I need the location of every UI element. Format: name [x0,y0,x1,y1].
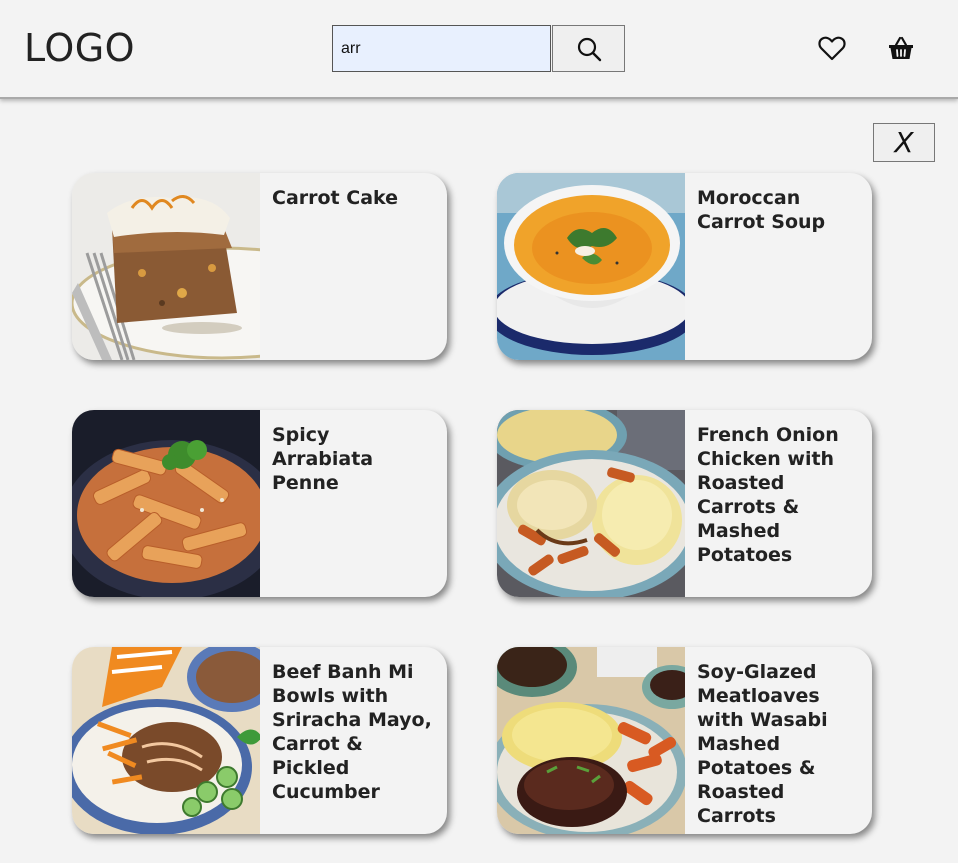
carrot-cake-photo [72,173,260,360]
search-button[interactable] [552,25,625,72]
recipe-title[interactable]: French Onion Chicken with Roasted Carrot… [697,423,862,567]
recipe-title[interactable]: Soy-Glazed Meatloaves with Wasabi Mashed… [697,660,862,828]
recipe-card[interactable]: Spicy Arrabiata Penne [72,410,447,597]
recipe-title[interactable]: Beef Banh Mi Bowls with Sriracha Mayo, C… [272,660,437,804]
recipe-title[interactable]: Carrot Cake [272,186,437,210]
recipe-card[interactable]: Moroccan Carrot Soup [497,173,872,360]
heart-icon [818,36,846,61]
chicken-plate-photo [497,410,685,597]
recipe-card[interactable]: Beef Banh Mi Bowls with Sriracha Mayo, C… [72,647,447,834]
recipe-card[interactable]: Soy-Glazed Meatloaves with Wasabi Mashed… [497,647,872,834]
recipe-card[interactable]: Carrot Cake [72,173,447,360]
recipe-title[interactable]: Moroccan Carrot Soup [697,186,862,234]
recipe-card[interactable]: French Onion Chicken with Roasted Carrot… [497,410,872,597]
basket-icon [889,36,913,59]
banh-mi-bowl-photo [72,647,260,834]
cart-button[interactable] [885,32,917,64]
carrot-soup-photo [497,173,685,360]
close-results-button[interactable]: X [873,123,935,162]
meatloaf-plate-photo [497,647,685,834]
favorites-button[interactable] [816,32,848,64]
penne-photo [72,410,260,597]
search-icon [577,37,601,61]
logo[interactable]: LOGO [24,26,135,70]
search-input[interactable] [332,25,551,72]
top-bar: LOGO [0,0,958,99]
recipe-title[interactable]: Spicy Arrabiata Penne [272,423,437,495]
